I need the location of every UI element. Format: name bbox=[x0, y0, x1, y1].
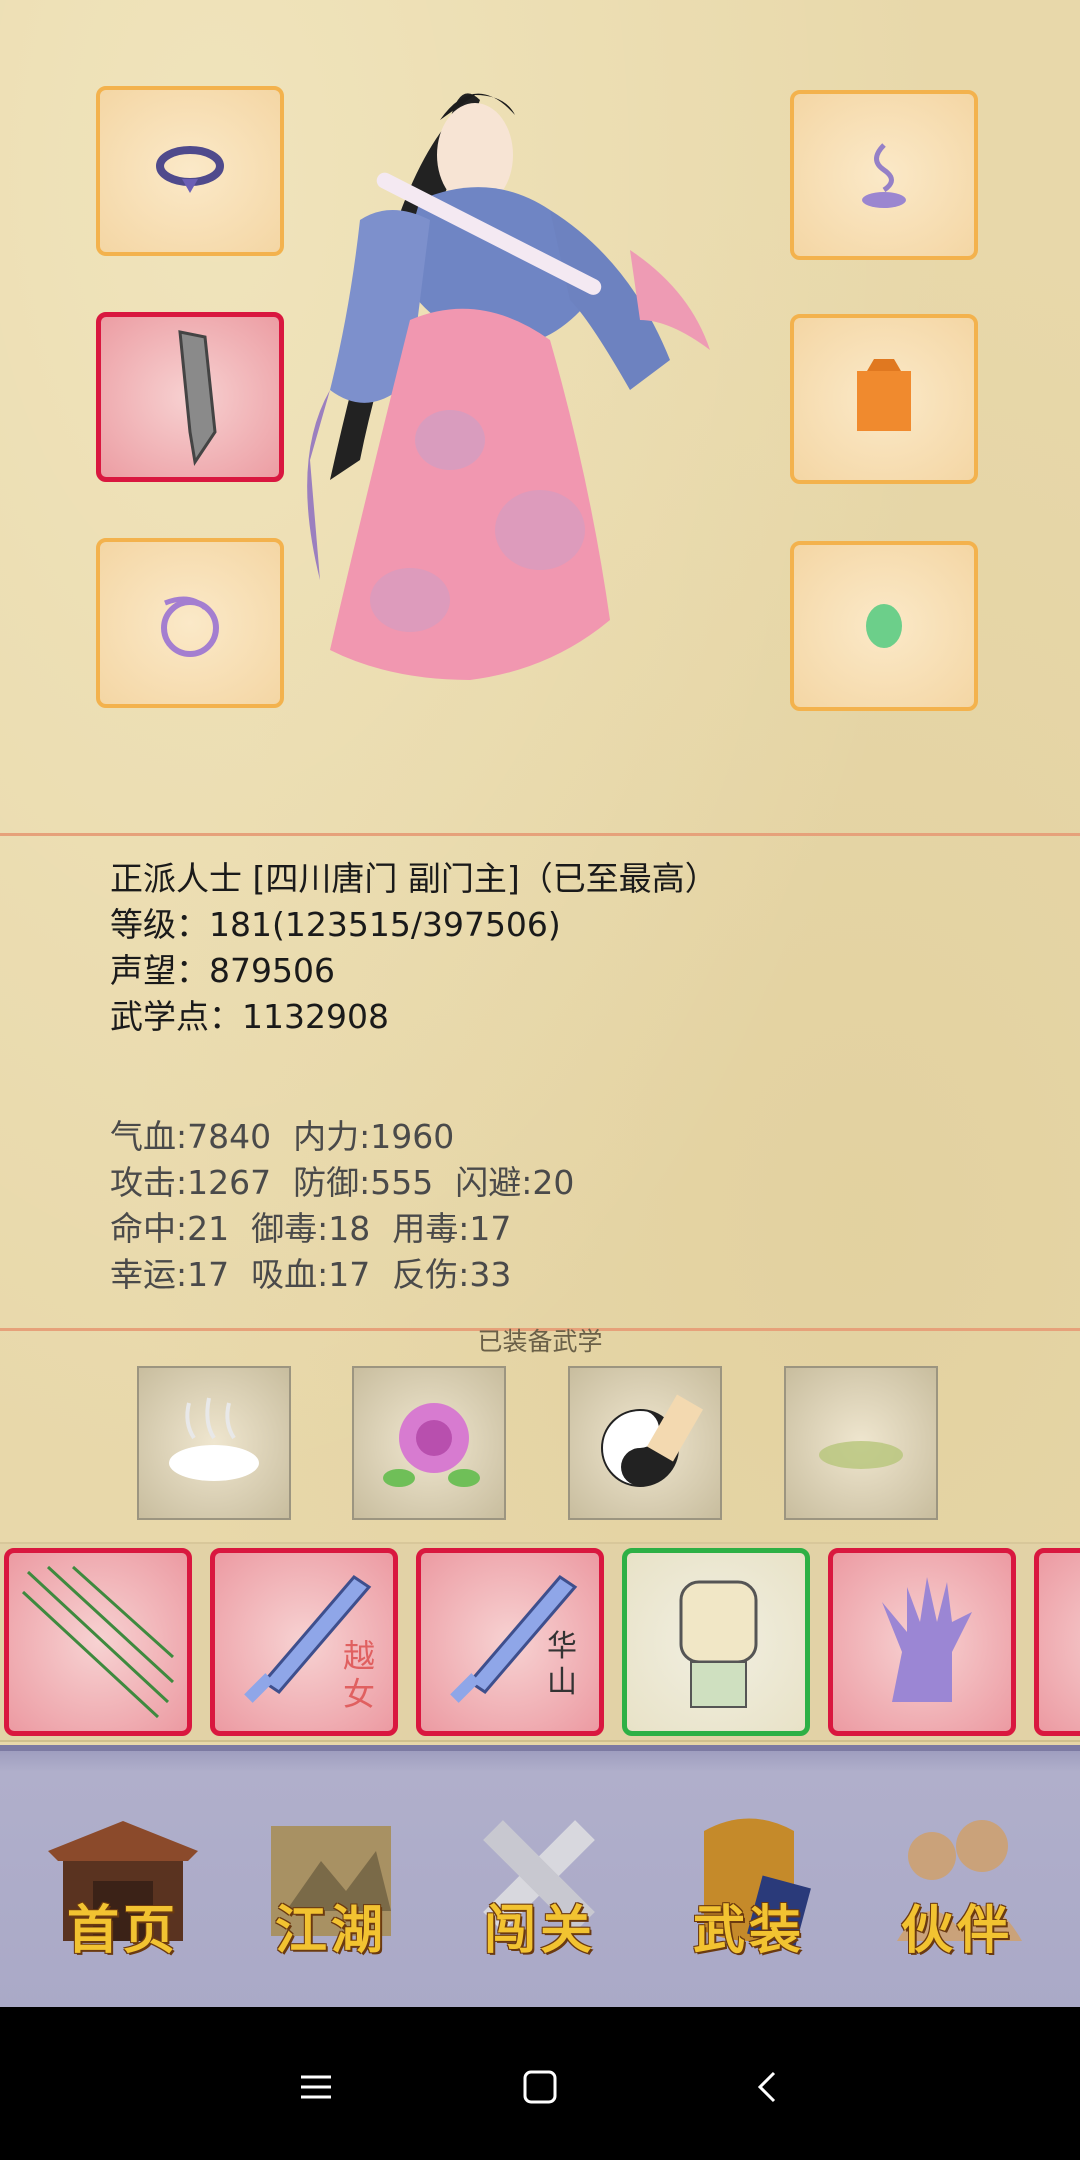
stat-inner: 内力:1960 bbox=[293, 1117, 455, 1156]
skill-slot-1[interactable] bbox=[4, 1548, 192, 1736]
equip-slot-jade[interactable] bbox=[790, 541, 978, 711]
stat-defense: 防御:555 bbox=[293, 1163, 434, 1202]
character-title: 正派人士 [四川唐门 副门主]（已至最高） bbox=[110, 859, 718, 898]
character-level: 等级：181(123515/397506) bbox=[110, 905, 561, 944]
needles-icon bbox=[21, 1565, 175, 1719]
taichi-fist-icon bbox=[601, 1394, 703, 1487]
equip-slot-armor[interactable] bbox=[790, 314, 978, 484]
nav-home[interactable]: 首页 bbox=[38, 1801, 208, 1971]
menu-icon bbox=[301, 2075, 331, 2099]
stat-hp: 气血:7840 bbox=[110, 1117, 272, 1156]
nav-wuzhuang-label: 武装 bbox=[692, 1900, 805, 1961]
claw-icon bbox=[882, 1577, 972, 1702]
character-reputation: 声望：879506 bbox=[110, 951, 335, 990]
fist-icon bbox=[679, 1580, 758, 1708]
martial-slot-3[interactable] bbox=[568, 1366, 722, 1520]
skill-strip[interactable]: 越女 华山 bbox=[0, 1542, 1080, 1742]
martial-slot-4[interactable] bbox=[784, 1366, 938, 1520]
equip-slot-necklace[interactable] bbox=[96, 86, 284, 256]
necklace-icon bbox=[156, 146, 224, 193]
stat-poison-resist: 御毒:18 bbox=[251, 1209, 371, 1248]
skill-slot-6[interactable] bbox=[1034, 1548, 1080, 1736]
skill-slot-5[interactable] bbox=[828, 1548, 1016, 1736]
skill-slot-3[interactable]: 华山 bbox=[416, 1548, 604, 1736]
equip-slot-incense[interactable] bbox=[790, 90, 978, 260]
ring-icon bbox=[161, 596, 219, 657]
nav-huoban[interactable]: 伙伴 bbox=[872, 1801, 1042, 1971]
nav-jianghu[interactable]: 江湖 bbox=[246, 1801, 416, 1971]
nav-jianghu-label: 江湖 bbox=[274, 1900, 387, 1961]
character-stats: 气血:7840 内力:1960 攻击:1267 防御:555 闪避:20 命中:21 御… bbox=[110, 1114, 596, 1298]
equip-slot-ring[interactable] bbox=[96, 538, 284, 708]
martial-slot-1[interactable] bbox=[137, 1366, 291, 1520]
stat-attack: 攻击:1267 bbox=[110, 1163, 272, 1202]
character-portrait bbox=[307, 93, 710, 680]
bottom-nav: 首页 江湖 闯关 武装 伙伴 bbox=[0, 1745, 1080, 2013]
skill-slot-2[interactable]: 越女 bbox=[210, 1548, 398, 1736]
home-square-icon bbox=[523, 2070, 557, 2104]
nav-chuangguan-label: 闯关 bbox=[483, 1900, 596, 1961]
nav-wuzhuang[interactable]: 武装 bbox=[664, 1801, 834, 1971]
menu-button[interactable] bbox=[286, 2057, 346, 2117]
back-button[interactable] bbox=[738, 2057, 798, 2117]
grass-icon bbox=[819, 1441, 903, 1469]
skill-tag-yuenv: 越女 bbox=[343, 1637, 376, 1713]
stat-poison-use: 用毒:17 bbox=[392, 1209, 512, 1248]
stat-lifesteal: 吸血:17 bbox=[251, 1255, 371, 1294]
section-divider-top bbox=[0, 833, 1080, 836]
weapon-icon bbox=[178, 330, 217, 466]
incense-icon bbox=[862, 143, 906, 208]
skill-slot-4[interactable] bbox=[622, 1548, 810, 1736]
system-nav-bar bbox=[0, 2007, 1080, 2160]
equipped-martial-title: 已装备武学 bbox=[477, 1327, 603, 1356]
rose-icon bbox=[383, 1403, 480, 1487]
equip-slot-weapon[interactable] bbox=[96, 312, 284, 482]
skill-tag-huashan: 华山 bbox=[547, 1629, 577, 1700]
nav-huoban-label: 伙伴 bbox=[900, 1900, 1013, 1961]
martial-slot-2[interactable] bbox=[352, 1366, 506, 1520]
stat-hit: 命中:21 bbox=[110, 1209, 230, 1248]
character-martial-points: 武学点：1132908 bbox=[110, 997, 389, 1036]
nav-home-label: 首页 bbox=[66, 1900, 179, 1961]
stat-luck: 幸运:17 bbox=[110, 1255, 230, 1294]
nav-chuangguan[interactable]: 闯关 bbox=[455, 1801, 625, 1971]
stat-dodge: 闪避:20 bbox=[455, 1163, 575, 1202]
stat-reflect: 反伤:33 bbox=[392, 1255, 512, 1294]
character-info: 正派人士 [四川唐门 副门主]（已至最高） 等级：181(123515/3975… bbox=[110, 856, 718, 1040]
jade-icon bbox=[866, 604, 902, 648]
back-chevron-icon bbox=[757, 2071, 776, 2103]
cloud-icon bbox=[169, 1397, 259, 1481]
home-button[interactable] bbox=[510, 2057, 570, 2117]
armor-icon bbox=[857, 359, 911, 431]
